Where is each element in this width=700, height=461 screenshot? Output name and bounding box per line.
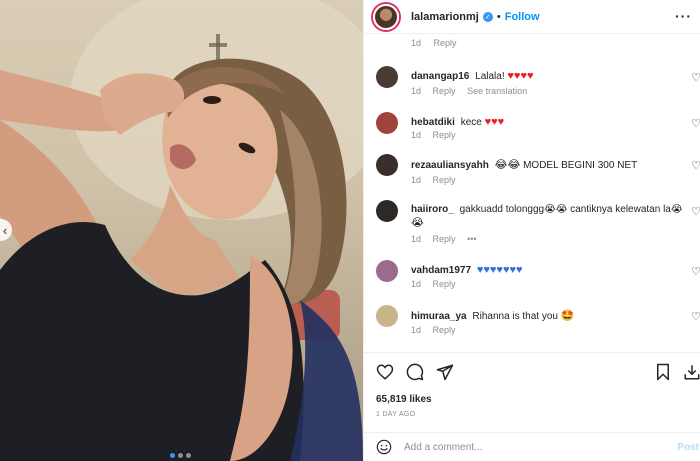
see-translation-button[interactable]: See translation <box>467 86 527 96</box>
carousel-dot <box>178 453 183 458</box>
more-dots-icon[interactable]: ··· <box>675 8 692 24</box>
comment-meta: 1d Reply <box>411 279 456 289</box>
bookmark-icon[interactable] <box>655 363 671 381</box>
reply-button[interactable]: Reply <box>434 38 457 48</box>
comment-body: gakkuadd tolonggg😭😭 cantiknya kelewatan … <box>459 204 683 215</box>
like-comment-heart-icon[interactable]: ♡ <box>691 310 700 323</box>
comment-text: hebatdiki kece ♥♥♥ <box>411 116 686 128</box>
comment-meta: 1d Reply See translation <box>411 86 527 96</box>
action-icons-left <box>376 363 454 381</box>
reply-button[interactable]: Reply <box>433 130 456 140</box>
comment-time: 1d <box>411 325 422 335</box>
comment-body: Lalala! <box>475 71 505 82</box>
post-photo-illustration <box>0 0 363 461</box>
likes-count[interactable]: 65,819 likes <box>376 394 432 405</box>
comment-text: himuraa_ya Rihanna is that you 🤩 <box>411 309 686 322</box>
comment-body: kece <box>460 117 482 128</box>
commenter-avatar[interactable] <box>376 112 398 134</box>
comment-text: rezaauliansyahh 😂😂 MODEL BEGINI 300 NET <box>411 158 686 171</box>
like-comment-heart-icon[interactable]: ♡ <box>691 205 700 218</box>
post-photo[interactable]: ‹ <box>0 0 363 461</box>
follow-button[interactable]: Follow <box>505 11 540 23</box>
like-comment-heart-icon[interactable]: ♡ <box>691 71 700 84</box>
comment-body: MODEL BEGINI 300 NET <box>523 160 638 171</box>
author-avatar[interactable] <box>373 3 399 30</box>
comment-time: 1d <box>411 130 422 140</box>
commenter-avatar[interactable] <box>376 154 398 176</box>
comment-time: 1d <box>411 234 422 244</box>
post-details-panel: lalamarionmj ✓ • Follow ··· 1d Reply dan… <box>363 0 700 461</box>
post-time-ago: 1 DAY AGO <box>376 411 416 418</box>
comment-text: danangap16 Lalala! ♥♥♥♥ <box>411 70 686 82</box>
smile-icon[interactable] <box>376 439 392 455</box>
verified-badge-icon: ✓ <box>482 11 493 22</box>
heart-emoji: ♥♥♥ <box>484 116 505 128</box>
action-icons-right <box>655 363 700 381</box>
commenter-username[interactable]: rezaauliansyahh <box>411 160 489 171</box>
carousel-dot <box>186 453 191 458</box>
reply-button[interactable]: Reply <box>433 175 456 185</box>
comment-body: Rihanna is that you <box>472 311 558 322</box>
blue-heart-emoji: ♥♥♥♥♥♥♥ <box>476 264 523 276</box>
reply-button[interactable]: Reply <box>433 86 456 96</box>
reply-button[interactable]: Reply <box>433 279 456 289</box>
chevron-left-icon: ‹ <box>2 222 8 238</box>
post-comment-button[interactable]: Post <box>677 442 699 453</box>
comments-list[interactable]: 1d Reply danangap16 Lalala! ♥♥♥♥ 1d Repl… <box>364 34 700 352</box>
commenter-username[interactable]: hebatdiki <box>411 117 455 128</box>
like-comment-heart-icon[interactable]: ♡ <box>691 159 700 172</box>
comment-time: 1d <box>411 279 422 289</box>
reply-button[interactable]: Reply <box>433 234 456 244</box>
comment-time: 1d <box>411 86 422 96</box>
comment-input[interactable] <box>404 441 654 453</box>
author-username[interactable]: lalamarionmj <box>411 11 479 23</box>
download-icon[interactable] <box>683 363 700 381</box>
like-comment-heart-icon[interactable]: ♡ <box>691 117 700 130</box>
comment-meta: 1d Reply <box>411 175 456 185</box>
reply-button[interactable]: Reply <box>433 325 456 335</box>
comment-meta: 1d Reply <box>411 130 456 140</box>
comment-meta: 1d Reply ••• <box>411 234 477 244</box>
carousel-dot-active <box>170 453 175 458</box>
like-comment-heart-icon[interactable]: ♡ <box>691 265 700 278</box>
heart-outline-icon[interactable] <box>376 363 394 381</box>
post-actions: 65,819 likes 1 DAY AGO <box>364 352 700 432</box>
heart-emoji: ♥♥♥♥ <box>507 70 534 82</box>
commenter-username[interactable]: haiiroro_ <box>411 204 454 215</box>
comment-meta: 1d Reply <box>411 325 456 335</box>
star-struck-emoji: 🤩 <box>560 310 575 322</box>
crying-emoji: 😭 <box>411 217 424 229</box>
commenter-avatar[interactable] <box>376 66 398 88</box>
comment-icon[interactable] <box>406 363 424 381</box>
comment-text: haiiroro_ gakkuadd tolonggg😭😭 cantiknya … <box>411 204 686 215</box>
commenter-username[interactable]: himuraa_ya <box>411 311 467 322</box>
comment-text-line2: 😭 <box>411 216 686 229</box>
comment-options-button[interactable]: ••• <box>467 234 476 244</box>
previous-comment-meta: 1d Reply <box>411 38 457 48</box>
comment-time: 1d <box>411 175 422 185</box>
add-comment-bar: Post <box>364 432 700 461</box>
share-icon[interactable] <box>436 363 454 381</box>
carousel-dots <box>170 453 191 458</box>
comment-time: 1d <box>411 38 422 48</box>
header-separator: • <box>496 10 501 23</box>
commenter-avatar[interactable] <box>376 260 398 282</box>
laughing-emoji: 😂😂 <box>494 159 521 171</box>
post-header: lalamarionmj ✓ • Follow ··· <box>364 0 700 34</box>
commenter-avatar[interactable] <box>376 200 398 222</box>
commenter-username[interactable]: danangap16 <box>411 71 469 82</box>
commenter-avatar[interactable] <box>376 305 398 327</box>
commenter-username[interactable]: vahdam1977 <box>411 265 471 276</box>
comment-text: vahdam1977 ♥♥♥♥♥♥♥ <box>411 264 686 276</box>
